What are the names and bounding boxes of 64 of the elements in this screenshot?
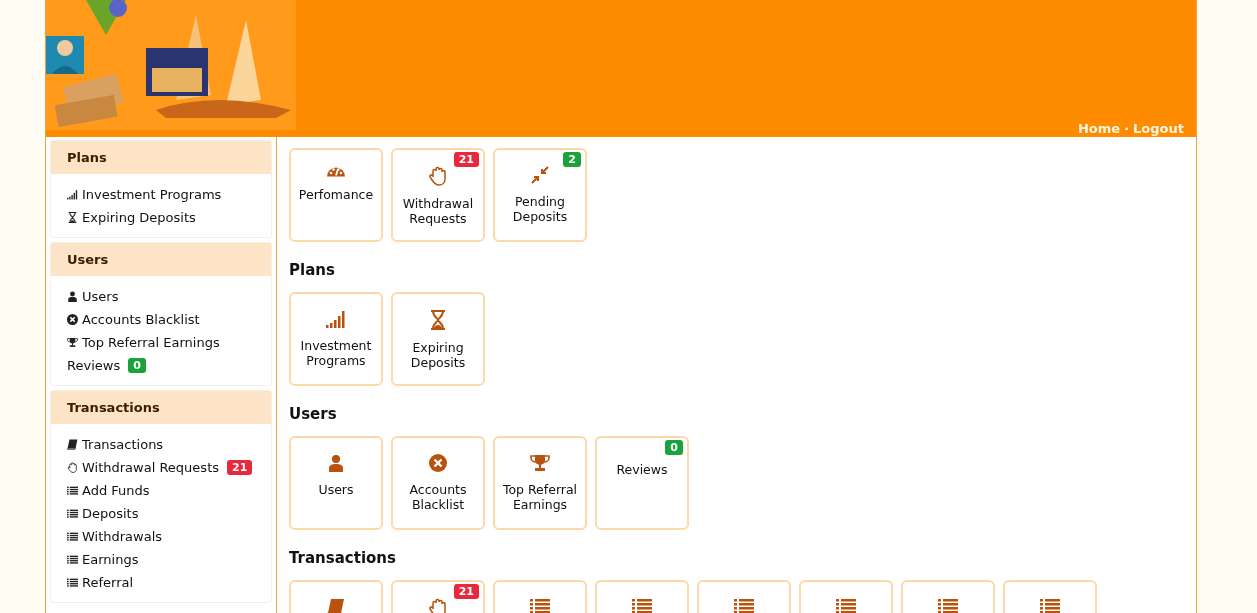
book-icon (67, 439, 78, 450)
hand-icon (429, 598, 447, 613)
sidebar-section-header: Transactions (51, 391, 271, 424)
sidebar-item[interactable]: Earnings (67, 552, 139, 567)
list-icon (1040, 598, 1060, 613)
dashboard-tile[interactable]: Perfomance (289, 148, 383, 242)
count-badge: 21 (453, 584, 479, 599)
dashboard-tile[interactable]: Reviews 0 (595, 436, 689, 530)
list-icon (734, 598, 754, 613)
sidebar-item[interactable]: Withdrawals (67, 529, 163, 544)
arrows-inward-icon (531, 166, 549, 184)
hourglass-icon (67, 212, 78, 223)
link-separator: · (1124, 121, 1130, 136)
count-badge: 21 (453, 152, 479, 167)
list-icon (530, 598, 550, 613)
list-icon (836, 598, 856, 613)
sidebar-item[interactable]: Add Funds (67, 483, 150, 498)
count-badge: 2 (563, 152, 581, 167)
sidebar-section-header: Plans (51, 141, 271, 174)
close-circle-icon (429, 454, 447, 472)
dashboard-tile[interactable]: Users (289, 436, 383, 530)
dashboard-tile[interactable]: 21 (391, 580, 485, 613)
dashboard-tile[interactable]: Withdrawal Requests 21 (391, 148, 485, 242)
dashboard-tile[interactable]: Expiring Deposits (391, 292, 485, 386)
dashboard-tile[interactable]: Investment Programs (289, 292, 383, 386)
list-icon (67, 554, 78, 565)
signal-bars-icon (67, 189, 78, 200)
sidebar-item[interactable]: Top Referral Earnings (67, 335, 220, 350)
section-heading: Transactions (289, 549, 397, 567)
trophy-icon (67, 337, 78, 348)
user-icon (67, 291, 78, 302)
section-heading: Users (289, 405, 338, 423)
hourglass-icon (430, 310, 446, 330)
sidebar-item[interactable]: Reviews (67, 358, 121, 373)
sidebar-item[interactable]: Transactions (67, 437, 164, 452)
hand-icon (429, 166, 447, 186)
dashboard-tile[interactable]: Pending Deposits 2 (493, 148, 587, 242)
list-icon (67, 485, 78, 496)
list-icon (67, 577, 78, 588)
list-icon (938, 598, 958, 613)
gauge-icon (326, 166, 346, 177)
count-badge: 0 (665, 440, 683, 455)
signal-bars-icon (326, 310, 346, 328)
sidebar-section-header: Users (51, 243, 271, 276)
hand-icon (67, 462, 78, 473)
sidebar-item[interactable]: Users (67, 289, 119, 304)
list-icon (67, 508, 78, 519)
list-icon (632, 598, 652, 613)
user-icon (328, 454, 344, 472)
sidebar-item[interactable]: Withdrawal Requests (67, 460, 219, 475)
count-badge: 0 (128, 358, 146, 373)
section-heading: Plans (289, 261, 336, 279)
sidebar-item[interactable]: Expiring Deposits (67, 210, 196, 225)
trophy-icon (530, 454, 550, 472)
dashboard-tile[interactable]: Top Referral Earnings (493, 436, 587, 530)
sidebar-item[interactable]: Deposits (67, 506, 139, 521)
close-circle-icon (67, 314, 78, 325)
sidebar-item[interactable]: Referral (67, 575, 134, 590)
book-icon (327, 598, 345, 613)
sidebar-item[interactable]: Accounts Blacklist (67, 312, 200, 327)
dashboard-tile[interactable]: Accounts Blacklist (391, 436, 485, 530)
sidebar-item[interactable]: Investment Programs (67, 187, 222, 202)
list-icon (67, 531, 78, 542)
count-badge: 21 (227, 460, 253, 475)
